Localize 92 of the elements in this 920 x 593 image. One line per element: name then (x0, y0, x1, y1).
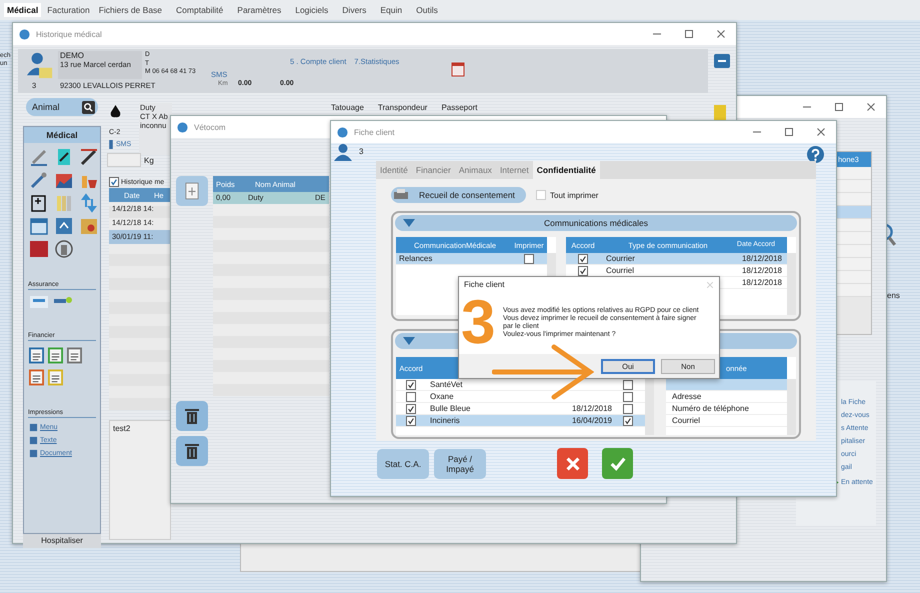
checkbox[interactable] (109, 177, 119, 187)
maximize-icon[interactable] (784, 127, 794, 137)
note-icon (714, 105, 726, 121)
scrollbar[interactable] (787, 379, 796, 435)
table-row[interactable]: Courrier 18/12/2018 (566, 253, 787, 265)
checkbox-label: Tout imprimer (550, 190, 598, 200)
table-row[interactable]: Incineris 16/04/2019 (396, 415, 645, 427)
calendar-icon[interactable] (29, 216, 49, 236)
trash-icon (184, 442, 200, 460)
note-field[interactable]: test2 (109, 420, 171, 540)
app-icon (177, 122, 188, 132)
consent-button[interactable]: Recueil de consentement (391, 187, 526, 203)
background-text: ens (887, 291, 900, 300)
card-icon[interactable] (79, 216, 99, 236)
scrollbar[interactable] (787, 253, 796, 315)
table-row[interactable]: Relances (396, 253, 547, 265)
pencil-icon[interactable] (29, 147, 49, 167)
id-label: Transpondeur (378, 103, 428, 112)
confirm-button[interactable] (602, 448, 633, 479)
help-icon[interactable] (807, 146, 824, 163)
close-icon (564, 454, 582, 472)
arrow-icon (492, 343, 594, 401)
id-label: Tatouage (331, 103, 364, 112)
person-icon (334, 143, 352, 161)
menu-item[interactable]: Outils (413, 3, 441, 17)
checkbox[interactable] (578, 254, 588, 264)
add-button[interactable] (176, 176, 208, 206)
phone-icon (109, 140, 113, 149)
collapse-icon (403, 337, 415, 345)
window-title: Fiche client (354, 128, 394, 136)
weight-unit: Kg (144, 156, 154, 164)
maximize-icon[interactable] (684, 29, 694, 39)
window-title: Vétocom (194, 122, 226, 132)
trash-icon (184, 407, 200, 425)
hospitalize-button[interactable]: Hospitaliser (23, 534, 101, 548)
window-title: Historique médical (36, 30, 102, 38)
group-banner[interactable]: Communications médicales (395, 215, 797, 231)
stats-button[interactable]: Stat. C.A. (377, 448, 429, 478)
delete-button[interactable] (176, 401, 208, 431)
add-document-icon (185, 182, 199, 200)
menu-item[interactable]: Facturation (44, 3, 93, 17)
menu-item[interactable]: Médical (4, 3, 42, 17)
checkbox[interactable] (406, 380, 416, 390)
table-row[interactable]: Numéro de téléphone (666, 403, 787, 415)
menu-item[interactable]: Fichiers de Base (96, 3, 166, 17)
person-icon (26, 51, 54, 79)
close-icon[interactable] (866, 102, 876, 112)
table-row[interactable]: Oxane (396, 391, 645, 403)
drop-icon (109, 105, 122, 118)
animal-search-field[interactable]: Animal (26, 98, 98, 116)
checkbox[interactable] (623, 380, 633, 390)
step-number: 3 (461, 297, 496, 349)
app-icon (19, 28, 30, 40)
menu-item[interactable]: Logiciels (292, 3, 332, 17)
checkbox[interactable] (623, 416, 633, 426)
close-icon[interactable] (716, 29, 726, 39)
calendar-icon (451, 61, 465, 77)
search-icon (82, 100, 95, 114)
table-row[interactable]: Adresse (666, 391, 787, 403)
app-icon (337, 126, 348, 138)
client-name: DEMO (60, 51, 85, 60)
screen-icon[interactable] (54, 216, 74, 236)
checkbox[interactable] (524, 254, 534, 264)
tab[interactable]: Confidentialité (532, 161, 600, 179)
scrollbar[interactable] (645, 379, 654, 435)
cancel-button[interactable] (557, 448, 588, 479)
delete-button[interactable] (176, 436, 208, 466)
menu-item[interactable]: Paramètres (234, 3, 284, 17)
client-number: 3 (359, 147, 364, 156)
logo-icon[interactable] (29, 295, 49, 309)
dialog-title: Fiche client (464, 280, 504, 289)
id-label: Passeport (441, 103, 478, 112)
collapse-icon (403, 219, 415, 227)
checkbox[interactable] (406, 404, 416, 414)
menu-item[interactable]: Divers (339, 3, 370, 17)
printer-icon (393, 188, 409, 202)
menu-item[interactable]: Comptabilité (173, 3, 226, 17)
check-icon (608, 454, 626, 472)
payment-button[interactable]: Payé / Impayé (434, 448, 486, 478)
sidebar-title: Médical (24, 127, 100, 143)
checkbox[interactable] (578, 266, 588, 276)
weight-field[interactable] (107, 153, 141, 167)
table-row[interactable]: Courriel (666, 415, 787, 427)
close-icon[interactable] (816, 127, 826, 137)
collapse-button[interactable] (714, 54, 730, 68)
maximize-icon[interactable] (834, 102, 844, 112)
checkbox[interactable] (623, 392, 633, 402)
checkbox[interactable] (623, 404, 633, 414)
checkbox[interactable] (406, 392, 416, 402)
checkbox[interactable] (406, 416, 416, 426)
menu-item[interactable]: Equin (377, 3, 406, 17)
brush-icon[interactable] (29, 170, 49, 190)
